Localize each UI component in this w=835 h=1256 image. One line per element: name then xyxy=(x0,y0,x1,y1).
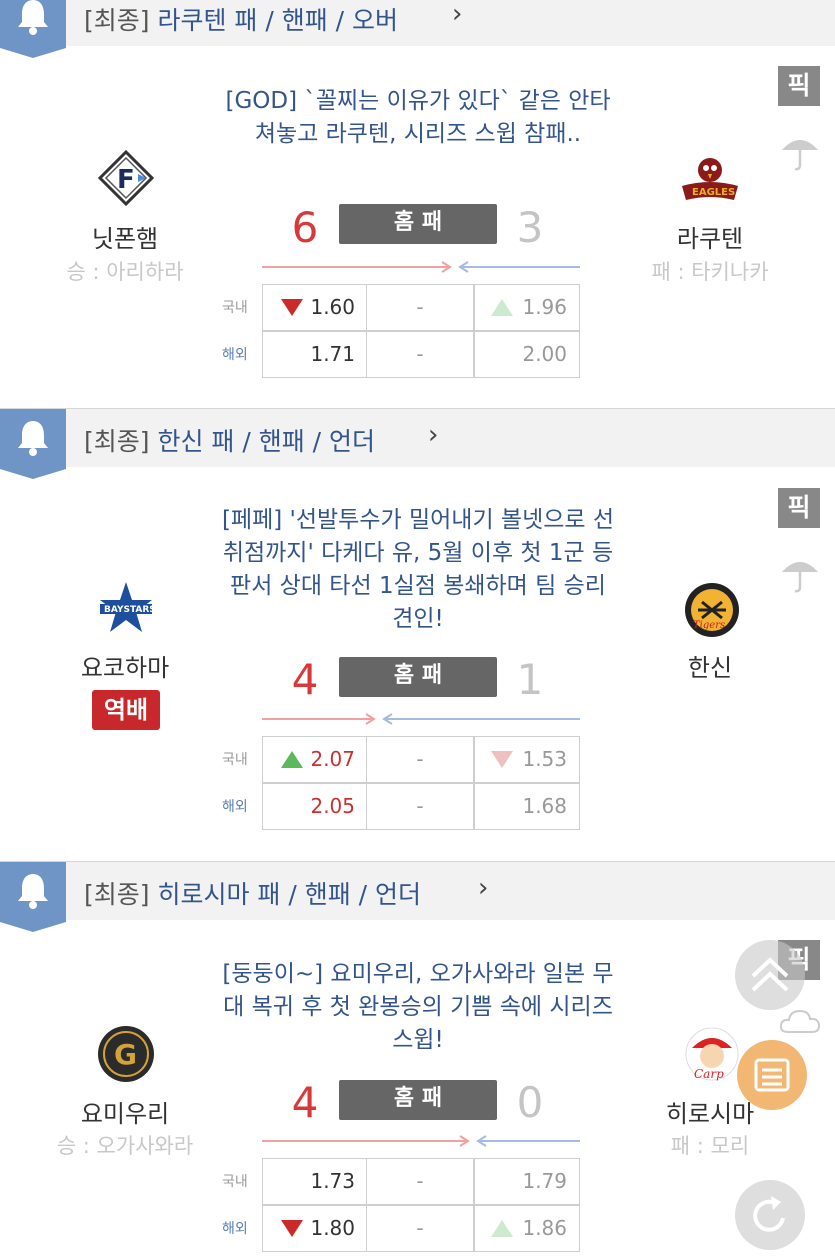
away-odds-cell[interactable]: 1.68 xyxy=(474,783,580,830)
home-odds-cell[interactable]: 1.60 xyxy=(262,284,368,331)
home-team-name: 닛폰햄 xyxy=(91,225,159,253)
score-arrows xyxy=(262,713,580,725)
refresh-icon xyxy=(753,1196,785,1232)
winning-pitcher: 승 : 아리하라 xyxy=(66,260,184,284)
home-team-name: 요미우리 xyxy=(80,1100,170,1128)
result-status: 홈 패 xyxy=(339,204,497,244)
down-triangle-icon xyxy=(281,1220,303,1237)
umbrella-icon xyxy=(782,562,818,593)
home-score: 4 xyxy=(291,655,319,704)
away-odds-cell[interactable]: 2.00 xyxy=(474,331,580,378)
svg-text:G: G xyxy=(114,1038,137,1071)
away-team-name: 한신 xyxy=(687,654,733,682)
odds-label: 해외 xyxy=(222,1221,248,1237)
svg-text:F: F xyxy=(117,165,135,195)
away-score: 3 xyxy=(516,203,544,252)
menu-button[interactable] xyxy=(737,1040,807,1110)
scroll-top-button[interactable] xyxy=(735,940,805,1010)
game-result-summary: [최종] 한신 패 / 핸패 / 언더 xyxy=(84,427,376,456)
list-icon xyxy=(754,1058,790,1092)
winning-pitcher: 승 : 오가사와라 xyxy=(56,1134,194,1158)
chevron-right-icon[interactable]: › xyxy=(478,873,488,903)
away-odds-cell[interactable]: 1.96 xyxy=(474,284,580,331)
pick-button[interactable]: 픽 xyxy=(778,488,820,528)
svg-text:Tigers: Tigers xyxy=(693,620,725,631)
fighters-logo: F xyxy=(97,149,155,207)
odds-label: 국내 xyxy=(222,1174,248,1190)
svg-text:Carp: Carp xyxy=(694,1067,724,1081)
double-chevron-up-icon xyxy=(751,957,789,992)
pick-comment[interactable]: [둥둥이~] 요미우리, 오가사와라 일본 무대 복귀 후 첫 완봉승의 기쁨 … xyxy=(218,958,618,1057)
result-status: 홈 패 xyxy=(339,657,497,697)
baystars-logo: BAYSTARS xyxy=(100,582,156,632)
pick-comment[interactable]: [GOD] `꼴찌는 이유가 있다` 같은 안타쳐놓고 라쿠텐, 시리즈 스윕 … xyxy=(218,85,618,151)
carp-logo: Carp xyxy=(685,1027,739,1081)
refresh-button[interactable] xyxy=(735,1180,805,1250)
eagles-logo: EAGLES xyxy=(682,158,738,200)
tigers-logo: Tigers xyxy=(685,583,739,637)
away-odds-cell[interactable]: 1.53 xyxy=(474,736,580,783)
upset-badge: 역배 xyxy=(92,690,160,730)
losing-pitcher: 패 : 모리 xyxy=(670,1134,750,1158)
away-odds-cell[interactable]: 1.79 xyxy=(474,1158,580,1205)
umbrella-icon xyxy=(782,140,818,171)
home-score: 4 xyxy=(291,1078,319,1127)
giants-logo: G xyxy=(98,1026,154,1082)
draw-odds-cell[interactable]: - xyxy=(366,331,474,378)
odds-label: 국내 xyxy=(222,300,248,316)
svg-text:BAYSTARS: BAYSTARS xyxy=(104,605,156,615)
away-score: 1 xyxy=(516,655,544,704)
draw-odds-cell[interactable]: - xyxy=(366,284,474,331)
up-triangle-icon xyxy=(491,299,513,316)
away-team-name: 라쿠텐 xyxy=(676,225,744,253)
odds-label: 해외 xyxy=(222,799,248,815)
bell-icon[interactable] xyxy=(0,862,66,932)
game-header[interactable]: [최종] 히로시마 패 / 핸패 / 언더 › xyxy=(0,861,835,932)
draw-odds-cell[interactable]: - xyxy=(366,783,474,830)
home-odds-cell[interactable]: 2.05 xyxy=(262,783,368,830)
game-result-summary: [최종] 히로시마 패 / 핸패 / 언더 xyxy=(84,880,422,909)
draw-odds-cell[interactable]: - xyxy=(366,1158,474,1205)
pick-button[interactable]: 픽 xyxy=(778,66,820,106)
chevron-right-icon[interactable]: › xyxy=(428,420,438,450)
odds-label: 해외 xyxy=(222,347,248,363)
chevron-right-icon[interactable]: › xyxy=(452,0,462,29)
up-triangle-icon xyxy=(491,1220,513,1237)
result-status: 홈 패 xyxy=(339,1080,497,1120)
down-triangle-icon xyxy=(281,299,303,316)
odds-label: 국내 xyxy=(222,752,248,768)
home-odds-cell[interactable]: 2.07 xyxy=(262,736,368,783)
down-triangle-icon xyxy=(491,751,513,768)
svg-text:EAGLES: EAGLES xyxy=(692,187,735,198)
away-score: 0 xyxy=(516,1078,544,1127)
home-odds-cell[interactable]: 1.71 xyxy=(262,331,368,378)
score-arrows xyxy=(262,1135,580,1147)
score-arrows xyxy=(262,261,580,273)
game-header[interactable]: [최종] 한신 패 / 핸패 / 언더 › xyxy=(0,408,835,479)
home-odds-cell[interactable]: 1.80 xyxy=(262,1205,368,1252)
pick-comment[interactable]: [페페] '선발투수가 밀어내기 볼넷으로 선취점까지' 다케다 유, 5월 이… xyxy=(218,504,618,636)
cloud-icon xyxy=(779,1009,821,1033)
losing-pitcher: 패 : 타키나카 xyxy=(651,260,769,284)
up-triangle-icon xyxy=(281,751,303,768)
draw-odds-cell[interactable]: - xyxy=(366,1205,474,1252)
game-header[interactable]: [최종] 라쿠텐 패 / 핸패 / 오버 › xyxy=(0,0,835,58)
away-odds-cell[interactable]: 1.86 xyxy=(474,1205,580,1252)
bell-icon[interactable] xyxy=(0,0,66,58)
draw-odds-cell[interactable]: - xyxy=(366,736,474,783)
home-odds-cell[interactable]: 1.73 xyxy=(262,1158,368,1205)
home-score: 6 xyxy=(291,203,319,252)
home-team-name: 요코하마 xyxy=(80,654,170,682)
bell-icon[interactable] xyxy=(0,409,66,479)
game-result-summary: [최종] 라쿠텐 패 / 핸패 / 오버 xyxy=(84,6,399,35)
